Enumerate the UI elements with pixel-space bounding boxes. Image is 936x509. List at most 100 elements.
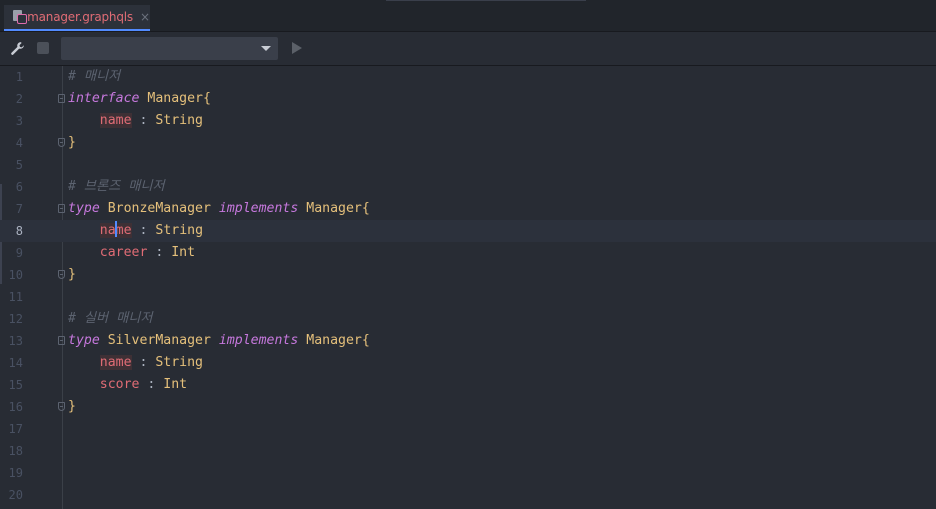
code-line[interactable]: 2 interface Manager{	[0, 88, 936, 110]
code-line[interactable]: 18	[0, 440, 936, 462]
line-number: 16	[8, 400, 23, 414]
code-text: # 브론즈 매니저	[68, 176, 165, 198]
code-line[interactable]: 16}	[0, 396, 936, 418]
code-editor[interactable]: 1 # 매니저 2 interface Manager{3 name : String…	[0, 66, 936, 509]
line-number: 6	[15, 180, 23, 194]
line-number: 15	[8, 378, 23, 392]
code-token: :	[131, 223, 156, 238]
code-line[interactable]: 9 career : Int	[0, 242, 936, 264]
code-token: }	[68, 267, 76, 282]
code-line[interactable]: 13 type SilverManager implements Manager{	[0, 330, 936, 352]
code-text: score : Int	[68, 374, 187, 396]
code-line[interactable]: 15 score : Int	[0, 374, 936, 396]
code-token: }	[68, 399, 76, 414]
code-text: career : Int	[68, 242, 195, 264]
code-token: String	[155, 113, 203, 128]
code-token: :	[147, 245, 172, 260]
tab-manager-graphqls[interactable]: manager.graphqls ×	[4, 5, 150, 31]
fold-start-icon[interactable]	[58, 94, 65, 103]
code-line[interactable]: 7 type BronzeManager implements Manager{	[0, 198, 936, 220]
line-number: 18	[8, 444, 23, 458]
code-line[interactable]: 4}	[0, 132, 936, 154]
fold-start-icon[interactable]	[58, 204, 65, 213]
code-token: # 매니저	[68, 69, 121, 84]
line-number: 19	[8, 466, 23, 480]
current-code-line[interactable]: 8 name : String	[0, 220, 936, 242]
graphql-toolbar	[0, 32, 936, 66]
line-number: 2	[15, 92, 23, 106]
code-token: interface	[68, 91, 140, 106]
code-token: name	[99, 113, 132, 128]
code-token: # 실버 매니저	[68, 311, 153, 326]
code-text: # 매니저	[68, 66, 120, 88]
fold-end-icon[interactable]	[58, 270, 65, 279]
code-line[interactable]: 20	[0, 484, 936, 506]
code-line[interactable]: 17	[0, 418, 936, 440]
ide-window: manager.graphqls × 1 # 매니저 2 interface Mana…	[0, 0, 936, 509]
code-text: name : String	[68, 110, 203, 132]
code-line[interactable]: 6 # 브론즈 매니저	[0, 176, 936, 198]
tabbar-divider	[386, 0, 586, 1]
code-token: :	[131, 355, 156, 370]
code-token: :	[131, 113, 156, 128]
code-line[interactable]: 3 name : String	[0, 110, 936, 132]
wrench-icon[interactable]	[10, 41, 25, 56]
code-token: Manager	[306, 333, 362, 348]
line-number: 13	[8, 334, 23, 348]
graphql-file-icon	[13, 10, 27, 24]
fold-start-icon[interactable]	[58, 336, 65, 345]
line-number: 4	[15, 136, 23, 150]
code-text: }	[68, 264, 76, 286]
code-token: String	[155, 355, 203, 370]
code-line[interactable]: 12 # 실버 매니저	[0, 308, 936, 330]
line-number: 17	[8, 422, 23, 436]
code-token: Manager	[306, 201, 362, 216]
line-number: 14	[8, 356, 23, 370]
close-tab-icon[interactable]: ×	[140, 11, 150, 23]
code-token: # 브론즈 매니저	[68, 179, 165, 194]
code-text: # 실버 매니저	[68, 308, 152, 330]
tab-filename: manager.graphqls	[27, 10, 133, 24]
code-token: type	[68, 201, 100, 216]
code-token: BronzeManager	[107, 201, 211, 216]
line-number: 10	[8, 268, 23, 282]
code-token: me	[115, 223, 132, 238]
run-icon[interactable]	[292, 42, 302, 54]
code-token: score	[99, 377, 140, 392]
code-line[interactable]: 5	[0, 154, 936, 176]
fold-end-icon[interactable]	[58, 138, 65, 147]
code-token: implements	[218, 201, 299, 216]
code-line[interactable]: 19	[0, 462, 936, 484]
code-token: String	[155, 223, 204, 238]
chevron-down-icon	[261, 46, 271, 51]
stop-icon[interactable]	[37, 42, 49, 54]
code-token: name	[99, 355, 132, 370]
code-line[interactable]: 1 # 매니저	[0, 66, 936, 88]
code-text: }	[68, 396, 76, 418]
code-text: type SilverManager implements Manager{	[68, 330, 370, 352]
code-line[interactable]: 11	[0, 286, 936, 308]
text-caret	[114, 221, 117, 237]
endpoint-config-select[interactable]	[61, 37, 278, 60]
line-number: 5	[15, 158, 23, 172]
code-text: interface Manager{	[68, 88, 211, 110]
code-text: type BronzeManager implements Manager{	[68, 198, 370, 220]
line-number: 11	[8, 290, 23, 304]
code-token: SilverManager	[107, 333, 211, 348]
code-line[interactable]: 14 name : String	[0, 352, 936, 374]
line-number: 8	[15, 224, 23, 238]
code-text: name : String	[68, 352, 203, 374]
line-number: 1	[15, 70, 23, 84]
fold-end-icon[interactable]	[58, 402, 65, 411]
code-line[interactable]: 10}	[0, 264, 936, 286]
code-text: }	[68, 132, 76, 154]
code-token: type	[68, 333, 100, 348]
line-number: 3	[15, 114, 23, 128]
code-token: }	[68, 135, 76, 150]
